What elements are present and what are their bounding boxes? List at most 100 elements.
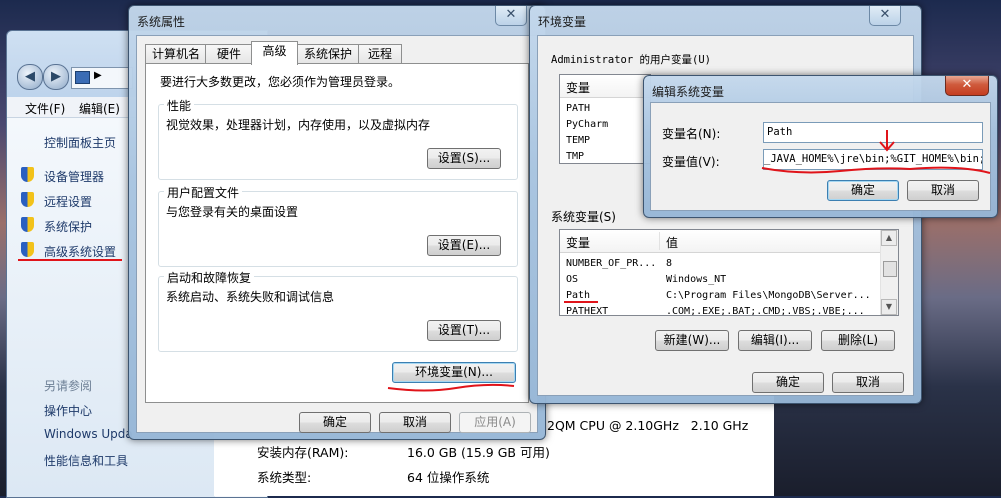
close-button[interactable]: ✕ [495, 6, 527, 26]
annotation-underline [564, 301, 598, 303]
ok-button[interactable]: 确定 [299, 412, 371, 433]
shield-icon [21, 192, 34, 207]
variable-name-label: 变量名(N): [662, 127, 721, 141]
ram-value: 16.0 GB (15.9 GB 可用) [407, 445, 550, 460]
scroll-up-icon[interactable]: ▲ [881, 230, 897, 246]
user-profiles-group: 用户配置文件 与您登录有关的桌面设置 设置(E)... [158, 184, 518, 267]
list-item[interactable]: .COM;.EXE;.BAT;.CMD;.VBS;.VBE;... [666, 306, 865, 315]
group-label: 性能 [164, 97, 195, 114]
back-button[interactable]: ◀ [17, 64, 43, 90]
performance-settings-button[interactable]: 设置(S)... [427, 148, 501, 169]
tab-hardware[interactable]: 硬件 [205, 44, 253, 64]
annotation-underline [387, 383, 515, 392]
sidebar-system-protection[interactable]: 系统保护 [44, 218, 92, 235]
dialog-title: 系统属性 [137, 15, 186, 29]
tab-advanced[interactable]: 高级 [251, 41, 298, 65]
system-type-label: 系统类型: [257, 470, 312, 485]
see-also-windows-update[interactable]: Windows Upda [44, 427, 133, 441]
group-desc: 视觉效果，处理器计划，内存使用，以及虚拟内存 [166, 118, 431, 132]
group-label: 启动和故障恢复 [164, 269, 255, 286]
cpu-value: 2QM CPU @ 2.10GHz 2.10 GHz [547, 418, 749, 433]
cancel-button[interactable]: 取消 [832, 372, 904, 393]
cancel-button[interactable]: 取消 [907, 180, 979, 201]
apply-button[interactable]: 应用(A) [459, 412, 531, 433]
column-divider [659, 232, 660, 250]
address-bar[interactable]: ▶ [71, 67, 133, 89]
performance-group: 性能 视觉效果，处理器计划，内存使用，以及虚拟内存 设置(S)... [158, 97, 518, 180]
annotation-arrow-icon [879, 130, 895, 152]
variable-value-label: 变量值(V): [662, 155, 720, 169]
startup-recovery-group: 启动和故障恢复 系统启动、系统失败和调试信息 设置(T)... [158, 269, 518, 352]
admin-note: 要进行大多数更改，您必须作为管理员登录。 [160, 75, 401, 89]
list-item[interactable]: Windows_NT [666, 274, 726, 286]
shield-icon [21, 242, 34, 257]
dialog-title: 环境变量 [538, 15, 587, 29]
scroll-thumb[interactable] [883, 261, 897, 277]
list-header: 变量 值 [560, 230, 898, 253]
menu-edit[interactable]: 编辑(E) [79, 100, 120, 117]
profiles-settings-button[interactable]: 设置(E)... [427, 235, 501, 256]
tab-computer-name[interactable]: 计算机名 [145, 44, 207, 64]
user-vars-list[interactable]: 变量 PATH PyCharm TEMP TMP [559, 74, 651, 164]
close-button[interactable]: ✕ [869, 6, 901, 26]
dialog-body: 变量名(N): Path 变量值(V): _JAVA_HOME%\jre\bin… [650, 102, 991, 211]
tab-remote[interactable]: 远程 [358, 44, 402, 64]
ok-button[interactable]: 确定 [827, 180, 899, 201]
cancel-button[interactable]: 取消 [379, 412, 451, 433]
list-item[interactable]: PyCharm [566, 119, 608, 131]
ram-label: 安装内存(RAM): [257, 445, 349, 460]
ok-button[interactable]: 确定 [752, 372, 824, 393]
close-icon: ✕ [961, 77, 973, 92]
forward-button[interactable]: ▶ [43, 64, 69, 90]
system-properties-dialog: 系统属性 ✕ 计算机名 硬件 高级 系统保护 远程 要进行大多数更改，您必须作为… [128, 5, 546, 440]
see-also-heading: 另请参阅 [44, 379, 93, 393]
menu-file[interactable]: 文件(F) [25, 100, 65, 117]
sidebar-control-panel-home[interactable]: 控制面板主页 [44, 134, 116, 151]
sidebar-remote-settings[interactable]: 远程设置 [44, 193, 92, 210]
system-vars-list[interactable]: 变量 值 NUMBER_OF_PR... 8 OS Windows_NT Pat… [559, 229, 899, 316]
column-header-value: 值 [666, 236, 679, 250]
startup-settings-button[interactable]: 设置(T)... [427, 320, 501, 341]
close-icon: ✕ [879, 7, 891, 22]
dialog-body: 计算机名 硬件 高级 系统保护 远程 要进行大多数更改，您必须作为管理员登录。 … [136, 35, 538, 433]
tab-system-protection[interactable]: 系统保护 [296, 44, 360, 64]
list-item[interactable]: PATH [566, 103, 590, 115]
environment-variables-button[interactable]: 环境变量(N)... [392, 362, 516, 383]
list-item[interactable]: 8 [666, 258, 672, 270]
column-header-variable: 变量 [566, 81, 591, 95]
shield-icon [21, 217, 34, 232]
list-header: 变量 [560, 75, 650, 98]
list-item[interactable]: PATHEXT [566, 306, 608, 315]
shield-icon [21, 167, 34, 182]
close-icon: ✕ [505, 7, 517, 22]
group-label: 用户配置文件 [164, 184, 243, 201]
list-item[interactable]: TMP [566, 151, 584, 163]
scrollbar[interactable]: ▲ ▼ [880, 230, 898, 315]
computer-icon [75, 71, 90, 84]
see-also-performance[interactable]: 性能信息和工具 [44, 452, 128, 469]
list-item[interactable]: OS [566, 274, 578, 286]
system-vars-label: 系统变量(S) [551, 210, 616, 224]
dialog-title: 编辑系统变量 [652, 85, 725, 99]
group-desc: 系统启动、系统失败和调试信息 [166, 290, 335, 304]
edit-variable-button[interactable]: 编辑(I)... [738, 330, 812, 351]
column-header-variable: 变量 [566, 236, 591, 250]
edit-system-variable-dialog: 编辑系统变量 ✕ 变量名(N): Path 变量值(V): _JAVA_HOME… [643, 75, 998, 218]
group-desc: 与您登录有关的桌面设置 [166, 205, 299, 219]
tab-panel: 要进行大多数更改，您必须作为管理员登录。 性能 视觉效果，处理器计划，内存使用，… [145, 63, 529, 403]
list-item[interactable]: NUMBER_OF_PR... [566, 258, 656, 270]
see-also-action-center[interactable]: 操作中心 [44, 402, 92, 419]
close-button[interactable]: ✕ [945, 76, 989, 96]
scroll-down-icon[interactable]: ▼ [881, 299, 897, 315]
variable-name-field[interactable]: Path [763, 122, 983, 143]
system-type-value: 64 位操作系统 [407, 470, 490, 485]
chevron-right-icon: ▶ [94, 70, 102, 81]
delete-variable-button[interactable]: 删除(L) [821, 330, 895, 351]
new-variable-button[interactable]: 新建(W)... [655, 330, 729, 351]
list-item[interactable]: TEMP [566, 135, 590, 147]
list-item[interactable]: C:\Program Files\MongoDB\Server... [666, 290, 871, 302]
annotation-underline [18, 259, 122, 261]
sidebar-device-manager[interactable]: 设备管理器 [44, 168, 104, 185]
user-vars-label: Administrator 的用户变量(U) [551, 54, 711, 66]
annotation-underline [761, 166, 991, 174]
